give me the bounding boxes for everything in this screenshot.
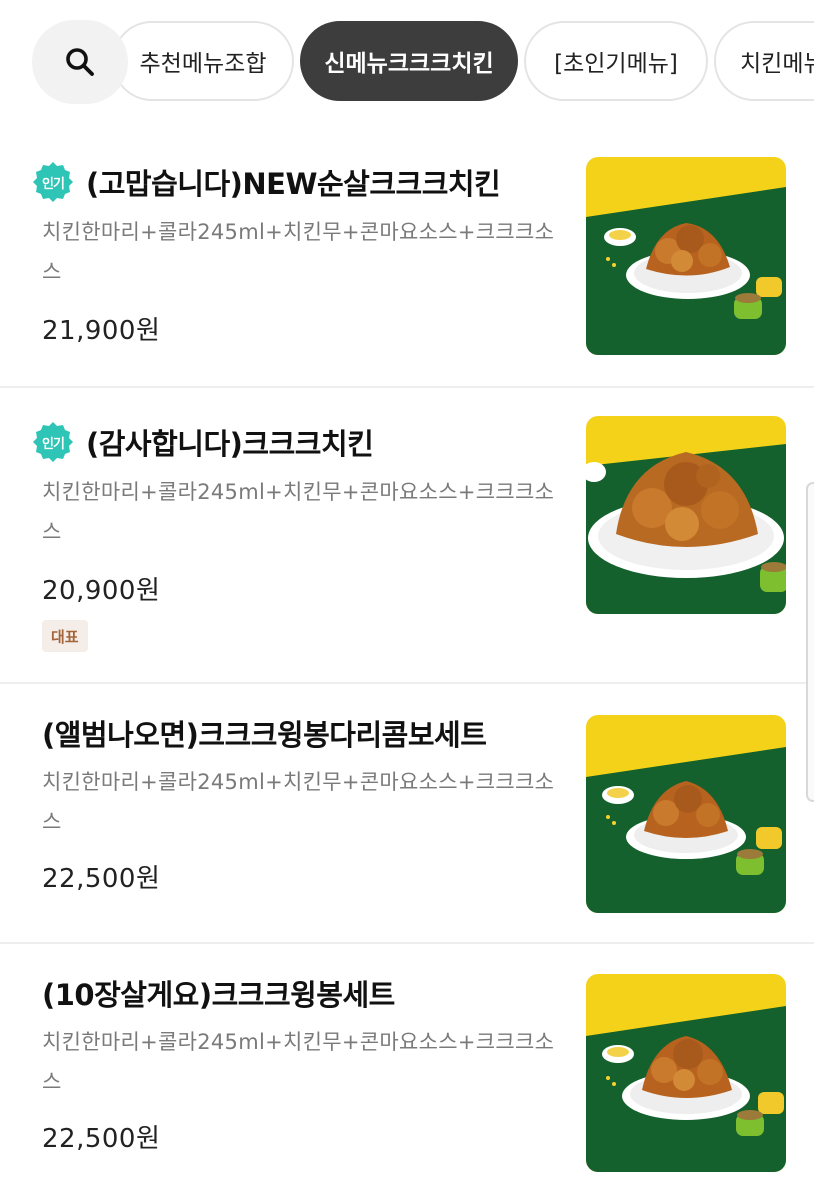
- tab-chicken-menu[interactable]: 치킨메뉴: [714, 21, 814, 101]
- menu-item[interactable]: (앨범나오면)크크크윙봉다리콤보세트 치킨한마리+콜라245ml+치킨무+콘마요…: [0, 684, 814, 942]
- item-price: 22,500원: [42, 864, 161, 894]
- tab-recommended-combo[interactable]: 추천메뉴조합: [112, 21, 294, 101]
- search-button[interactable]: [32, 20, 128, 104]
- item-image: [586, 974, 786, 1172]
- representative-badge: 대표: [42, 620, 88, 652]
- item-title-row: 인기 (고맙습니다)NEW순살크크크치킨: [32, 160, 501, 204]
- item-description: 치킨한마리+콜라245ml+치킨무+콘마요소스+크크크소스: [42, 770, 555, 834]
- item-image: [586, 715, 786, 913]
- popular-badge: 인기: [32, 421, 74, 463]
- item-title-row: 인기 (감사합니다)크크크치킨: [32, 420, 374, 464]
- tab-popular-menu[interactable]: [초인기메뉴]: [524, 21, 708, 101]
- item-name: (10장살게요)크크크윙봉세트: [42, 978, 395, 1012]
- item-description: 치킨한마리+콜라245ml+치킨무+콘마요소스+크크크소스: [42, 480, 555, 544]
- item-image: [586, 157, 786, 355]
- menu-item[interactable]: 인기 (고맙습니다)NEW순살크크크치킨 치킨한마리+콜라245ml+치킨무+콘…: [0, 124, 814, 386]
- popular-badge-label: 인기: [42, 176, 65, 192]
- popular-badge: 인기: [32, 161, 74, 203]
- category-tab-bar: 추천메뉴조합 신메뉴크크크치킨 [초인기메뉴] 치킨메뉴: [0, 0, 814, 124]
- item-description: 치킨한마리+콜라245ml+치킨무+콘마요소스+크크크소스: [42, 1030, 555, 1094]
- item-price: 22,500원: [42, 1124, 161, 1154]
- item-name: (앨범나오면)크크크윙봉다리콤보세트: [42, 718, 487, 752]
- popular-badge-label: 인기: [42, 436, 65, 452]
- tab-new-menu[interactable]: 신메뉴크크크치킨: [300, 21, 518, 101]
- item-image: [586, 416, 786, 614]
- search-icon: [66, 48, 94, 76]
- item-price: 20,900원: [42, 576, 161, 606]
- item-title-row: (앨범나오면)크크크윙봉다리콤보세트: [42, 711, 487, 755]
- item-title-row: (10장살게요)크크크윙봉세트: [42, 971, 395, 1015]
- menu-page: 추천메뉴조합 신메뉴크크크치킨 [초인기메뉴] 치킨메뉴 인기 (고맙습니다)N…: [0, 0, 814, 1200]
- item-price: 21,900원: [42, 316, 161, 346]
- item-name: (감사합니다)크크크치킨: [86, 427, 374, 461]
- scroll-indicator[interactable]: [806, 482, 814, 802]
- item-name: (고맙습니다)NEW순살크크크치킨: [86, 167, 501, 201]
- menu-item[interactable]: 인기 (감사합니다)크크크치킨 치킨한마리+콜라245ml+치킨무+콘마요소스+…: [0, 388, 814, 682]
- item-description: 치킨한마리+콜라245ml+치킨무+콘마요소스+크크크소스: [42, 220, 555, 284]
- menu-item[interactable]: (10장살게요)크크크윙봉세트 치킨한마리+콜라245ml+치킨무+콘마요소스+…: [0, 944, 814, 1200]
